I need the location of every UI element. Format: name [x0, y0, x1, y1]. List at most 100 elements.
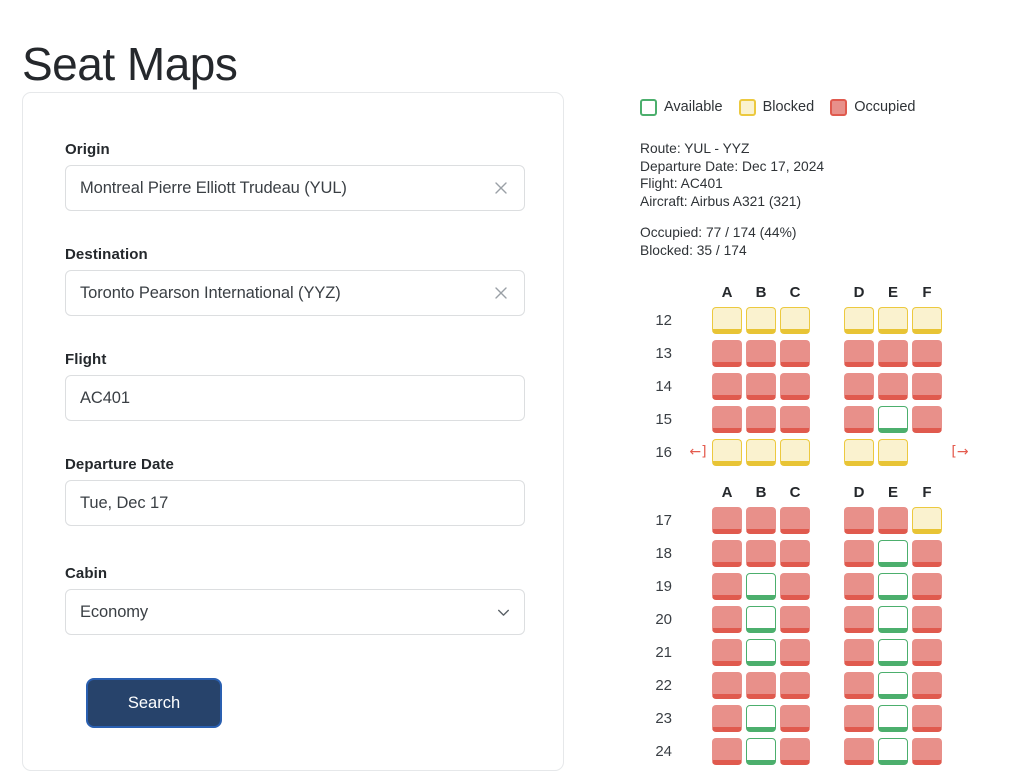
seat-12A[interactable]	[712, 306, 742, 334]
seat-12B[interactable]	[746, 306, 776, 334]
seat-21E[interactable]	[878, 638, 908, 666]
seat-15B[interactable]	[746, 405, 776, 433]
seat-21B[interactable]	[746, 638, 776, 666]
seat-18A[interactable]	[712, 539, 742, 567]
seat-24F[interactable]	[912, 737, 942, 765]
seat-13A[interactable]	[712, 339, 742, 367]
seat-22A[interactable]	[712, 671, 742, 699]
legend-item: Occupied	[830, 98, 916, 116]
flight-input[interactable]: AC401	[65, 375, 525, 421]
seat-15F[interactable]	[912, 405, 942, 433]
seat-18D[interactable]	[844, 539, 874, 567]
flight-value: AC401	[80, 388, 130, 407]
seat-14B[interactable]	[746, 372, 776, 400]
seat-16B[interactable]	[746, 438, 776, 466]
legend-item: Blocked	[738, 98, 814, 116]
seat-22F[interactable]	[912, 671, 942, 699]
seat-24B[interactable]	[746, 737, 776, 765]
seat-23F[interactable]	[912, 704, 942, 732]
cabin-field-group: Cabin Economy	[65, 565, 525, 635]
seat-18E[interactable]	[878, 539, 908, 567]
destination-input[interactable]: Toronto Pearson International (YYZ)	[65, 270, 525, 316]
seat-19A[interactable]	[712, 572, 742, 600]
row-number: 20	[655, 610, 672, 628]
info-aircraft: Aircraft: Airbus A321 (321)	[640, 193, 802, 209]
legend-swatch-available	[640, 98, 657, 116]
origin-input[interactable]: Montreal Pierre Elliott Trudeau (YUL)	[65, 165, 525, 211]
origin-clear-icon[interactable]	[484, 166, 518, 210]
seat-14D[interactable]	[844, 372, 874, 400]
seat-17C[interactable]	[780, 506, 810, 534]
seat-18F[interactable]	[912, 539, 942, 567]
seat-13D[interactable]	[844, 339, 874, 367]
seat-14E[interactable]	[878, 372, 908, 400]
info-flight: Flight: AC401	[640, 176, 723, 191]
seat-20A[interactable]	[712, 605, 742, 633]
seat-22D[interactable]	[844, 671, 874, 699]
chevron-down-icon[interactable]	[486, 590, 520, 634]
seat-17E[interactable]	[878, 506, 908, 534]
destination-clear-icon[interactable]	[484, 271, 518, 315]
seat-row: 18	[640, 538, 1020, 568]
seat-19F[interactable]	[912, 572, 942, 600]
seat-13F[interactable]	[912, 339, 942, 367]
seat-24C[interactable]	[780, 737, 810, 765]
seat-17D[interactable]	[844, 506, 874, 534]
seat-20E[interactable]	[878, 605, 908, 633]
seat-19E[interactable]	[878, 572, 908, 600]
seat-20B[interactable]	[746, 605, 776, 633]
seat-24A[interactable]	[712, 737, 742, 765]
seat-21D[interactable]	[844, 638, 874, 666]
seat-21F[interactable]	[912, 638, 942, 666]
seat-14F[interactable]	[912, 372, 942, 400]
seat-22E[interactable]	[878, 671, 908, 699]
seat-16A[interactable]	[712, 438, 742, 466]
seat-19C[interactable]	[780, 572, 810, 600]
legend-label: Occupied	[854, 99, 916, 115]
seat-19B[interactable]	[746, 572, 776, 600]
seat-12D[interactable]	[844, 306, 874, 334]
departure-date-input[interactable]: Tue, Dec 17	[65, 480, 525, 526]
seat-13C[interactable]	[780, 339, 810, 367]
seat-20C[interactable]	[780, 605, 810, 633]
seat-21C[interactable]	[780, 638, 810, 666]
seat-20F[interactable]	[912, 605, 942, 633]
seat-22C[interactable]	[780, 671, 810, 699]
seat-13E[interactable]	[878, 339, 908, 367]
seat-23E[interactable]	[878, 704, 908, 732]
seat-17B[interactable]	[746, 506, 776, 534]
seat-24E[interactable]	[878, 737, 908, 765]
seat-22B[interactable]	[746, 671, 776, 699]
seat-23C[interactable]	[780, 704, 810, 732]
seat-12E[interactable]	[878, 306, 908, 334]
seat-24D[interactable]	[844, 737, 874, 765]
departure-date-label: Departure Date	[65, 456, 174, 473]
seat-19D[interactable]	[844, 572, 874, 600]
seat-16D[interactable]	[844, 438, 874, 466]
seat-15E[interactable]	[878, 405, 908, 433]
legend-swatch-occupied	[830, 98, 848, 116]
seat-15D[interactable]	[844, 405, 874, 433]
seat-15A[interactable]	[712, 405, 742, 433]
seat-18C[interactable]	[780, 539, 810, 567]
seat-14C[interactable]	[780, 372, 810, 400]
seat-12F[interactable]	[912, 306, 942, 334]
search-button[interactable]: Search	[86, 678, 222, 728]
seat-17F[interactable]	[912, 506, 942, 534]
seat-23B[interactable]	[746, 704, 776, 732]
seat-15C[interactable]	[780, 405, 810, 433]
seat-16C[interactable]	[780, 438, 810, 466]
seat-23A[interactable]	[712, 704, 742, 732]
seat-18B[interactable]	[746, 539, 776, 567]
seat-placeholder	[912, 439, 942, 466]
seat-23D[interactable]	[844, 704, 874, 732]
legend-swatch-blocked	[738, 98, 756, 116]
seat-13B[interactable]	[746, 339, 776, 367]
seat-12C[interactable]	[780, 306, 810, 334]
seat-21A[interactable]	[712, 638, 742, 666]
seat-17A[interactable]	[712, 506, 742, 534]
seat-20D[interactable]	[844, 605, 874, 633]
seat-16E[interactable]	[878, 438, 908, 466]
seat-14A[interactable]	[712, 372, 742, 400]
cabin-select[interactable]: Economy	[65, 589, 525, 635]
